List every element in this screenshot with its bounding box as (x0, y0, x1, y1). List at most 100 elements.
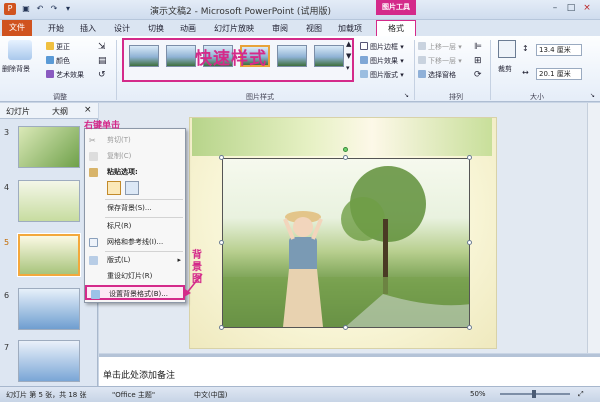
slide-number: 5 (4, 238, 10, 247)
title-bar: P ▣ ↶ ↷ ▾ 演示文稿2 - Microsoft PowerPoint (… (0, 0, 600, 20)
artistic-effects-button[interactable]: 艺术效果 (46, 70, 84, 80)
slide-thumbnail[interactable] (18, 180, 80, 222)
quick-styles-annotation: 快速样式 (195, 49, 267, 69)
style-thumb[interactable] (166, 45, 196, 67)
picture-layout-button[interactable]: 图片版式 ▾ (360, 70, 404, 80)
tab-design[interactable]: 设计 (114, 23, 130, 34)
rotate-handle[interactable] (343, 147, 348, 152)
tab-slideshow[interactable]: 幻灯片放映 (214, 23, 254, 34)
group-label-adjust: 调整 (53, 93, 67, 101)
context-menu: ✂ 剪切(T) 复制(C) 粘贴选项: 保存背景(S)... 标尺(R) 网格和参… (84, 128, 186, 303)
group-separator (490, 40, 491, 100)
resize-handle[interactable] (219, 155, 224, 160)
corrections-button[interactable]: 更正 (46, 42, 70, 52)
close-pane-icon[interactable]: × (84, 105, 92, 115)
status-bar: 幻灯片 第 5 张，共 18 张 "Office 主题" 中文(中国) 50% … (0, 386, 600, 402)
tab-animations[interactable]: 动画 (180, 23, 196, 34)
resize-handle[interactable] (343, 325, 348, 330)
rotate-icon[interactable]: ⟳ (474, 70, 482, 80)
tab-transitions[interactable]: 切换 (148, 23, 164, 34)
menu-item-copy[interactable]: 复制(C) (85, 149, 185, 164)
compress-pictures-icon[interactable]: ⇲ (98, 42, 106, 52)
color-button[interactable]: 颜色 (46, 56, 70, 66)
color-icon (46, 56, 54, 64)
menu-item-cut[interactable]: ✂ 剪切(T) (85, 133, 185, 148)
window-title: 演示文稿2 - Microsoft PowerPoint (试用版) (150, 7, 331, 17)
picture-effects-button[interactable]: 图片效果 ▾ (360, 56, 404, 66)
submenu-arrow-icon: ▸ (177, 256, 181, 264)
resize-handle[interactable] (219, 240, 224, 245)
slide-number: 6 (4, 291, 10, 300)
slide-thumbnail[interactable] (18, 126, 80, 168)
maximize-button[interactable]: □ (564, 2, 578, 15)
reset-picture-icon[interactable]: ↺ (98, 70, 106, 80)
save-icon[interactable]: ▣ (20, 3, 32, 15)
menu-item-reset-slide[interactable]: 重设幻灯片(R) (85, 269, 185, 284)
slide-thumbnail[interactable] (18, 340, 80, 382)
change-picture-icon[interactable]: ▤ (98, 56, 107, 66)
tab-insert[interactable]: 插入 (80, 23, 96, 34)
slide-number: 7 (4, 343, 10, 352)
slide-thumbnail-active[interactable] (18, 234, 80, 276)
gallery-more-icon[interactable]: ▾ (346, 64, 350, 72)
style-thumb[interactable] (129, 45, 159, 67)
minimize-button[interactable]: – (548, 2, 562, 15)
bring-forward-button[interactable]: 上移一层 ▾ (418, 42, 462, 52)
menu-item-grid-guides[interactable]: 网格和参考线(I)... (85, 235, 185, 250)
picture-styles-launcher-icon[interactable]: ↘ (404, 92, 409, 99)
undo-icon[interactable]: ↶ (34, 3, 46, 15)
quick-access-dropdown-icon[interactable]: ▾ (62, 3, 74, 15)
right-click-annotation: 右键单击 (84, 121, 121, 131)
notes-pane[interactable]: 单击此处添加备注 (99, 354, 600, 386)
resize-handle[interactable] (343, 155, 348, 160)
tab-outline[interactable]: 大纲 (52, 106, 68, 117)
close-button[interactable]: × (580, 2, 594, 15)
paste-option-keep-icon[interactable] (107, 181, 121, 195)
crop-button[interactable]: 裁剪 (498, 64, 512, 74)
height-input[interactable]: 13.4 厘米 (536, 44, 582, 56)
menu-item-layout[interactable]: 版式(L) ▸ (85, 253, 185, 268)
selected-picture[interactable] (222, 158, 470, 328)
slide-thumbnail[interactable] (18, 288, 80, 330)
remove-background-button[interactable]: 删除背景 (2, 64, 30, 74)
gallery-scroll-down-icon[interactable]: ▼ (346, 52, 351, 60)
width-icon: ↔ (522, 68, 529, 77)
redo-icon[interactable]: ↷ (48, 3, 60, 15)
paste-option-picture-icon[interactable] (125, 181, 139, 195)
tab-slides[interactable]: 幻灯片 (6, 106, 30, 117)
menu-item-ruler[interactable]: 标尺(R) (85, 219, 185, 234)
picture-border-button[interactable]: 图片边框 ▾ (360, 42, 404, 52)
picture-border-icon (360, 42, 368, 50)
tab-home[interactable]: 开始 (48, 23, 64, 34)
tab-review[interactable]: 审阅 (272, 23, 288, 34)
copy-icon (89, 152, 98, 161)
group-label-size: 大小 (530, 93, 544, 101)
tab-format[interactable]: 格式 (376, 20, 416, 36)
group-icon[interactable]: ⊞ (474, 56, 482, 66)
menu-item-format-background[interactable]: 设置背景格式(B)... (85, 285, 185, 300)
zoom-level: 50% (470, 390, 486, 398)
fit-slide-icon[interactable]: ⤢ (578, 390, 584, 399)
size-launcher-icon[interactable]: ↘ (590, 92, 595, 99)
notes-placeholder: 单击此处添加备注 (103, 371, 176, 381)
pane-tabs: 幻灯片 大纲 × (0, 103, 98, 119)
menu-item-save-background[interactable]: 保存背景(S)... (85, 201, 185, 216)
resize-handle[interactable] (219, 325, 224, 330)
resize-handle[interactable] (467, 325, 472, 330)
tab-view[interactable]: 视图 (306, 23, 322, 34)
resize-handle[interactable] (467, 240, 472, 245)
width-input[interactable]: 20.1 厘米 (536, 68, 582, 80)
gallery-scroll-up-icon[interactable]: ▲ (346, 40, 351, 48)
style-thumb[interactable] (314, 45, 344, 67)
align-icon[interactable]: ⊫ (474, 42, 482, 52)
selection-pane-button[interactable]: 选择窗格 (418, 70, 456, 80)
resize-handle[interactable] (467, 155, 472, 160)
height-icon: ↕ (522, 44, 529, 53)
vertical-scrollbar[interactable] (587, 103, 600, 353)
annotation-arrow-icon (184, 273, 203, 297)
zoom-slider-thumb[interactable] (532, 390, 536, 398)
tab-file[interactable]: 文件 (2, 20, 32, 36)
tab-addins[interactable]: 加载项 (338, 23, 362, 34)
style-thumb[interactable] (277, 45, 307, 67)
send-backward-button[interactable]: 下移一层 ▾ (418, 56, 462, 66)
